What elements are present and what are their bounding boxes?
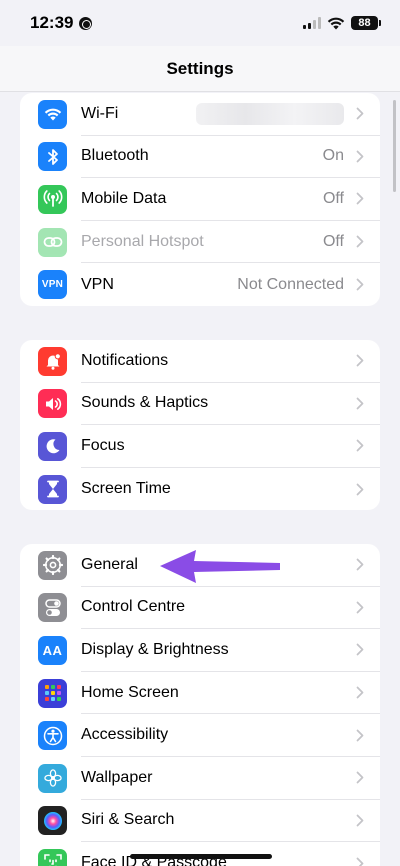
status-right: 88 <box>303 16 381 30</box>
row-label: Focus <box>81 436 125 454</box>
row-value: Not Connected <box>237 275 344 293</box>
siri-icon <box>38 806 67 836</box>
moon-icon <box>38 431 67 461</box>
battery-icon: 88 <box>351 16 381 30</box>
settings-row-home-screen[interactable]: Home Screen <box>20 672 380 715</box>
antenna-icon <box>38 184 67 214</box>
battery-level: 88 <box>358 17 371 29</box>
row-value: Off <box>322 232 344 250</box>
status-left: 12:39 <box>30 13 93 33</box>
chevron-right-icon <box>356 278 364 291</box>
chevron-right-icon <box>356 235 364 248</box>
annotation-arrow-icon <box>160 550 280 583</box>
settings-row-notifications[interactable]: Notifications <box>20 340 380 383</box>
row-label: VPN <box>81 275 114 293</box>
row-label: Notifications <box>81 351 169 369</box>
speaker-icon <box>38 389 67 419</box>
home-indicator[interactable] <box>130 854 272 859</box>
row-label: Wallpaper <box>81 768 153 786</box>
settings-row-mobile-data[interactable]: Mobile Data Off <box>20 178 380 221</box>
row-value: On <box>322 147 344 165</box>
row-label: Mobile Data <box>81 189 167 207</box>
settings-row-wifi[interactable]: Wi-Fi <box>20 93 380 136</box>
navigation-bar: Settings <box>0 46 400 92</box>
chevron-right-icon <box>356 150 364 163</box>
chevron-right-icon <box>356 601 364 614</box>
chevron-right-icon <box>356 397 364 410</box>
chevron-right-icon <box>356 558 364 571</box>
row-label: Accessibility <box>81 726 169 744</box>
chevron-right-icon <box>356 440 364 452</box>
connectivity-group: Wi-Fi Bluetooth On Mobile Data Off Perso… <box>20 93 380 306</box>
row-label: Screen Time <box>81 480 171 498</box>
row-label: Home Screen <box>81 683 179 701</box>
bell-icon <box>38 346 67 376</box>
chevron-right-icon <box>356 814 364 827</box>
settings-row-sounds-haptics[interactable]: Sounds & Haptics <box>20 383 380 426</box>
settings-row-accessibility[interactable]: Accessibility <box>20 714 380 757</box>
row-label: Bluetooth <box>81 147 149 165</box>
scroll-indicator[interactable] <box>393 100 396 192</box>
face-id-icon <box>38 848 67 866</box>
settings-row-wallpaper[interactable]: Wallpaper <box>20 757 380 800</box>
row-label: Siri & Search <box>81 811 175 829</box>
location-icon <box>79 16 93 30</box>
chevron-right-icon <box>356 857 364 866</box>
chevron-right-icon <box>356 729 364 742</box>
settings-row-display-brightness[interactable]: AA Display & Brightness <box>20 629 380 672</box>
settings-screen: 12:39 88 Settings Wi-Fi Bluetooth On Mob… <box>0 0 400 866</box>
bluetooth-icon <box>38 142 67 172</box>
settings-row-bluetooth[interactable]: Bluetooth On <box>20 136 380 179</box>
wifi-icon <box>38 99 67 129</box>
chevron-right-icon <box>356 644 364 656</box>
row-label: Wi-Fi <box>81 104 119 122</box>
text-size-icon-text: AA <box>42 642 63 658</box>
settings-row-personal-hotspot[interactable]: Personal Hotspot Off <box>20 221 380 264</box>
status-time: 12:39 <box>30 13 74 32</box>
chevron-right-icon <box>356 483 364 495</box>
notifications-group: Notifications Sounds & Haptics Focus Scr… <box>20 340 380 511</box>
vpn-icon: VPN <box>38 270 67 300</box>
chevron-right-icon <box>356 771 364 784</box>
chevron-right-icon <box>356 193 364 205</box>
row-label: Display & Brightness <box>81 640 229 658</box>
chevron-right-icon <box>356 686 364 699</box>
settings-row-screen-time[interactable]: Screen Time <box>20 468 380 511</box>
general-group: General Control Centre AA Display & Brig… <box>20 544 380 866</box>
row-label: Personal Hotspot <box>81 232 204 250</box>
app-grid-icon <box>38 678 67 708</box>
blurred-network-name <box>196 102 344 125</box>
settings-row-focus[interactable]: Focus <box>20 425 380 468</box>
page-title: Settings <box>166 58 234 78</box>
row-label: Control Centre <box>81 598 186 616</box>
row-label: Sounds & Haptics <box>81 394 209 412</box>
settings-row-control-centre[interactable]: Control Centre <box>20 587 380 630</box>
hotspot-link-icon <box>38 227 67 257</box>
settings-row-siri-search[interactable]: Siri & Search <box>20 800 380 843</box>
status-bar: 12:39 88 <box>0 0 400 46</box>
wifi-status-icon <box>327 17 345 30</box>
settings-row-vpn[interactable]: VPN VPN Not Connected <box>20 263 380 306</box>
gear-icon <box>38 550 67 580</box>
cellular-signal-icon <box>303 17 321 29</box>
vpn-icon-text: VPN <box>41 279 64 291</box>
chevron-right-icon <box>356 107 364 120</box>
toggles-icon <box>38 593 67 623</box>
chevron-right-icon <box>356 354 364 367</box>
accessibility-icon <box>38 721 67 751</box>
row-value: Off <box>322 189 344 207</box>
hourglass-icon <box>38 474 67 504</box>
text-size-icon: AA <box>38 635 67 665</box>
flower-icon <box>38 763 67 793</box>
